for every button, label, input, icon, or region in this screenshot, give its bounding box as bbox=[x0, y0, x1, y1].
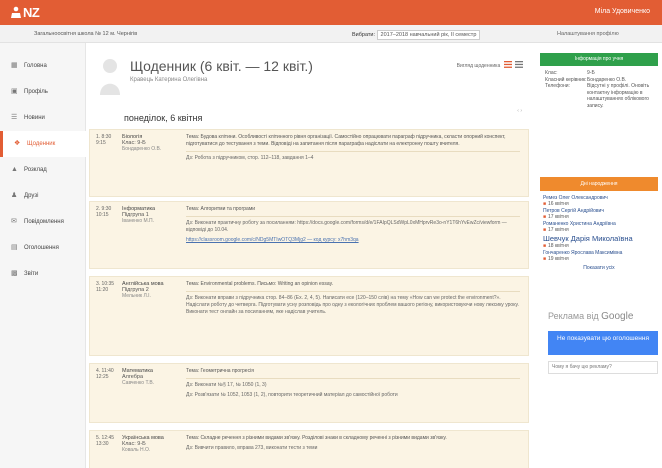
lesson-topic: Тема: Environmental problems. Письмо: Wr… bbox=[186, 281, 334, 287]
logo-text: NZ bbox=[23, 5, 40, 20]
student-name: Кравець Катерина Олегівна bbox=[130, 77, 208, 83]
day-nav-arrows[interactable]: ‹ › bbox=[517, 108, 522, 114]
list-view-icon[interactable] bbox=[503, 61, 512, 68]
lesson-body: Тема: Алгоритми та програми Дз: Виконати… bbox=[186, 206, 520, 247]
right-column: Інформація про учня Клас: 9-Б Класний кер… bbox=[540, 43, 662, 468]
lesson-time: 2. 9:30 10:15 bbox=[96, 206, 112, 218]
sidebar-item-label: Повідомлення bbox=[24, 219, 64, 225]
lesson-body: Тема: Складне речення з різними видами з… bbox=[186, 435, 520, 455]
lesson-row: 5. 12:45 13:30 Українська мова Клас: 9-Б … bbox=[89, 430, 529, 468]
lesson-body: Тема: Геометрична прогресія Дз: Виконати… bbox=[186, 368, 520, 402]
view-toolbar: Вигляд щоденника bbox=[457, 61, 523, 69]
sidebar-item-diary[interactable]: ❖ Щоденник bbox=[0, 131, 86, 157]
sidebar-item-label: Щоденник bbox=[27, 141, 56, 147]
sidebar-item-announcements[interactable]: ▤ Оголошення bbox=[0, 235, 86, 261]
lesson-time: 1. 8:30 9:15 bbox=[96, 134, 112, 146]
lesson-homework: Дз: Розв'язати № 1052, 1053 (1, 2), повт… bbox=[186, 392, 398, 398]
diary-main: Щоденник (6 квіт. — 12 квіт.) Кравець Ка… bbox=[87, 43, 535, 468]
lesson-topic: Тема: Геометрична прогресія bbox=[186, 368, 254, 374]
sidebar-item-messages[interactable]: ✉ Повідомлення bbox=[0, 209, 86, 235]
lesson-homework: Дз: Виконати №§ 17, № 1050 (1, 3) bbox=[186, 382, 267, 388]
lesson-row: 2. 9:30 10:15 Інформатика Підгрупа 1 Іван… bbox=[89, 201, 529, 269]
lesson-topic: Тема: Будова клітини. Особливості клітин… bbox=[186, 134, 506, 147]
lesson-row: 1. 8:30 9:15 Біологія Клас: 9-Б Бондаренк… bbox=[89, 129, 529, 197]
sidebar-item-friends[interactable]: ♟ Друзі bbox=[0, 183, 86, 209]
lesson-subject[interactable]: Українська мова Клас: 9-Б Коваль Н.О. bbox=[122, 435, 178, 453]
sidebar-item-label: Розклад bbox=[24, 167, 47, 173]
sidebar-item-label: Звіти bbox=[24, 271, 39, 277]
logo-person-icon bbox=[11, 6, 21, 18]
lesson-body: Тема: Будова клітини. Особливості клітин… bbox=[186, 134, 520, 165]
birthday-item[interactable]: Ремез Олег Олександрович16 квітня bbox=[543, 195, 655, 207]
sidebar-item-label: Оголошення bbox=[24, 245, 59, 251]
lesson-homework: Дз: Вивчити правило, вправа 273, виконат… bbox=[186, 445, 318, 451]
homework-link[interactable]: https://classroom.google.com/c/NDg5MTIwO… bbox=[186, 237, 520, 244]
info-row: Телефони: Відсутні у профілі. Оновіть кон… bbox=[545, 83, 650, 109]
lesson-time: 5. 12:45 13:30 bbox=[96, 435, 115, 447]
reports-icon: ▩ bbox=[11, 270, 18, 277]
lesson-subject[interactable]: Біологія Клас: 9-Б Бондаренко О.В. bbox=[122, 134, 178, 152]
birthdays-header: Дні народження bbox=[540, 177, 658, 191]
show-all-birthdays-link[interactable]: Показати усіх bbox=[543, 265, 655, 271]
profile-settings-link[interactable]: Налаштування профілю bbox=[557, 31, 619, 37]
grid-icon: ▦ bbox=[11, 62, 18, 69]
announce-icon: ▤ bbox=[11, 244, 18, 251]
news-icon: ☰ bbox=[11, 114, 18, 121]
google-wordmark: Google bbox=[601, 311, 634, 322]
birthday-item[interactable]: Гончаренко Ярослава Максимівна19 квітня bbox=[543, 250, 655, 262]
avatar bbox=[100, 59, 120, 95]
top-bar: NZ Міла Удовиченко bbox=[0, 0, 662, 25]
ad-label: Реклама від Google bbox=[548, 311, 634, 322]
lesson-topic: Тема: Складне речення з різними видами з… bbox=[186, 435, 447, 441]
sidebar-item-news[interactable]: ☰ Новини bbox=[0, 105, 86, 131]
sidebar-item-label: Новини bbox=[24, 115, 45, 121]
info-panel: Клас: 9-Б Класний керівник: Бондаренко О.В… bbox=[540, 66, 658, 182]
profile-icon: ▣ bbox=[11, 88, 18, 95]
friends-icon: ♟ bbox=[11, 192, 18, 199]
lesson-row: 3. 10:35 11:20 Англійська мова Підгрупа 2… bbox=[89, 276, 529, 356]
lesson-subject[interactable]: Інформатика Підгрупа 1 Іваненко М.П. bbox=[122, 206, 178, 224]
schedule-icon: ▲ bbox=[11, 166, 18, 173]
why-this-ad-button[interactable]: Чому я бачу цю рекламу? bbox=[548, 361, 658, 374]
birthday-item[interactable]: Романенко Христина Андріївна17 квітня bbox=[543, 221, 655, 233]
school-name: Загальноосвітня школа № 12 м. Чернігів bbox=[34, 31, 138, 37]
diary-icon: ❖ bbox=[14, 140, 21, 147]
messages-icon: ✉ bbox=[11, 218, 17, 225]
period-prefix: Вибрати: bbox=[352, 32, 376, 38]
sidebar-item-home[interactable]: ▦ Головна bbox=[0, 53, 86, 79]
birthday-item[interactable]: Шевчук Дарія Миколаївна18 квітня bbox=[543, 234, 655, 249]
lesson-row: 4. 11:40 12:25 Математика Алгебра Савченк… bbox=[89, 363, 529, 423]
lesson-homework: Дз: Робота з підручником, стор. 112–118,… bbox=[186, 155, 314, 161]
birthdays-panel: Ремез Олег Олександрович16 квітня Петров… bbox=[540, 191, 658, 301]
lesson-subject[interactable]: Математика Алгебра Савченко Т.В. bbox=[122, 368, 178, 386]
period-select[interactable]: 2017–2018 навчальний рік, II семестр bbox=[376, 30, 481, 40]
sidebar-item-profile[interactable]: ▣ Профіль bbox=[0, 79, 86, 105]
logo[interactable]: NZ bbox=[10, 5, 40, 20]
user-menu[interactable]: Міла Удовиченко bbox=[595, 8, 650, 15]
day-title: понеділок, 6 квітня bbox=[124, 113, 203, 123]
sidebar-item-label: Друзі bbox=[24, 193, 39, 199]
info-panel-header: Інформація про учня bbox=[540, 53, 658, 66]
lesson-time: 3. 10:35 11:20 bbox=[96, 281, 115, 293]
sidebar-item-label: Профіль bbox=[24, 89, 48, 95]
lesson-homework: Дз: Виконати вправи з підручника стор. 8… bbox=[186, 295, 519, 315]
view-label: Вигляд щоденника bbox=[456, 63, 501, 69]
sidebar-item-schedule[interactable]: ▲ Розклад bbox=[0, 157, 86, 183]
period-selector[interactable]: Вибрати: 2017–2018 навчальний рік, II се… bbox=[352, 30, 481, 40]
stop-seeing-ad-button[interactable]: Не показувати цю оголошення bbox=[548, 331, 658, 355]
sidebar-item-label: Головна bbox=[24, 63, 47, 69]
sub-bar: Загальноосвітня школа № 12 м. Чернігів В… bbox=[0, 25, 662, 43]
sidebar: ▦ Головна ▣ Профіль ☰ Новини ❖ Щоденник … bbox=[0, 43, 86, 468]
lesson-topic: Тема: Алгоритми та програми bbox=[186, 206, 256, 212]
lesson-body: Тема: Environmental problems. Письмо: Wr… bbox=[186, 281, 520, 319]
grid-view-icon[interactable] bbox=[515, 61, 523, 68]
lesson-time: 4. 11:40 12:25 bbox=[96, 368, 114, 380]
lesson-subject[interactable]: Англійська мова Підгрупа 2 Мельник Л.І. bbox=[122, 281, 178, 299]
page-title: Щоденник (6 квіт. — 12 квіт.) bbox=[130, 58, 313, 74]
lesson-homework: Дз: Виконати практичну роботу за посилан… bbox=[186, 220, 507, 233]
birthday-item[interactable]: Петров Сергій Андрійович17 квітня bbox=[543, 208, 655, 220]
sidebar-item-reports[interactable]: ▩ Звіти bbox=[0, 261, 86, 287]
